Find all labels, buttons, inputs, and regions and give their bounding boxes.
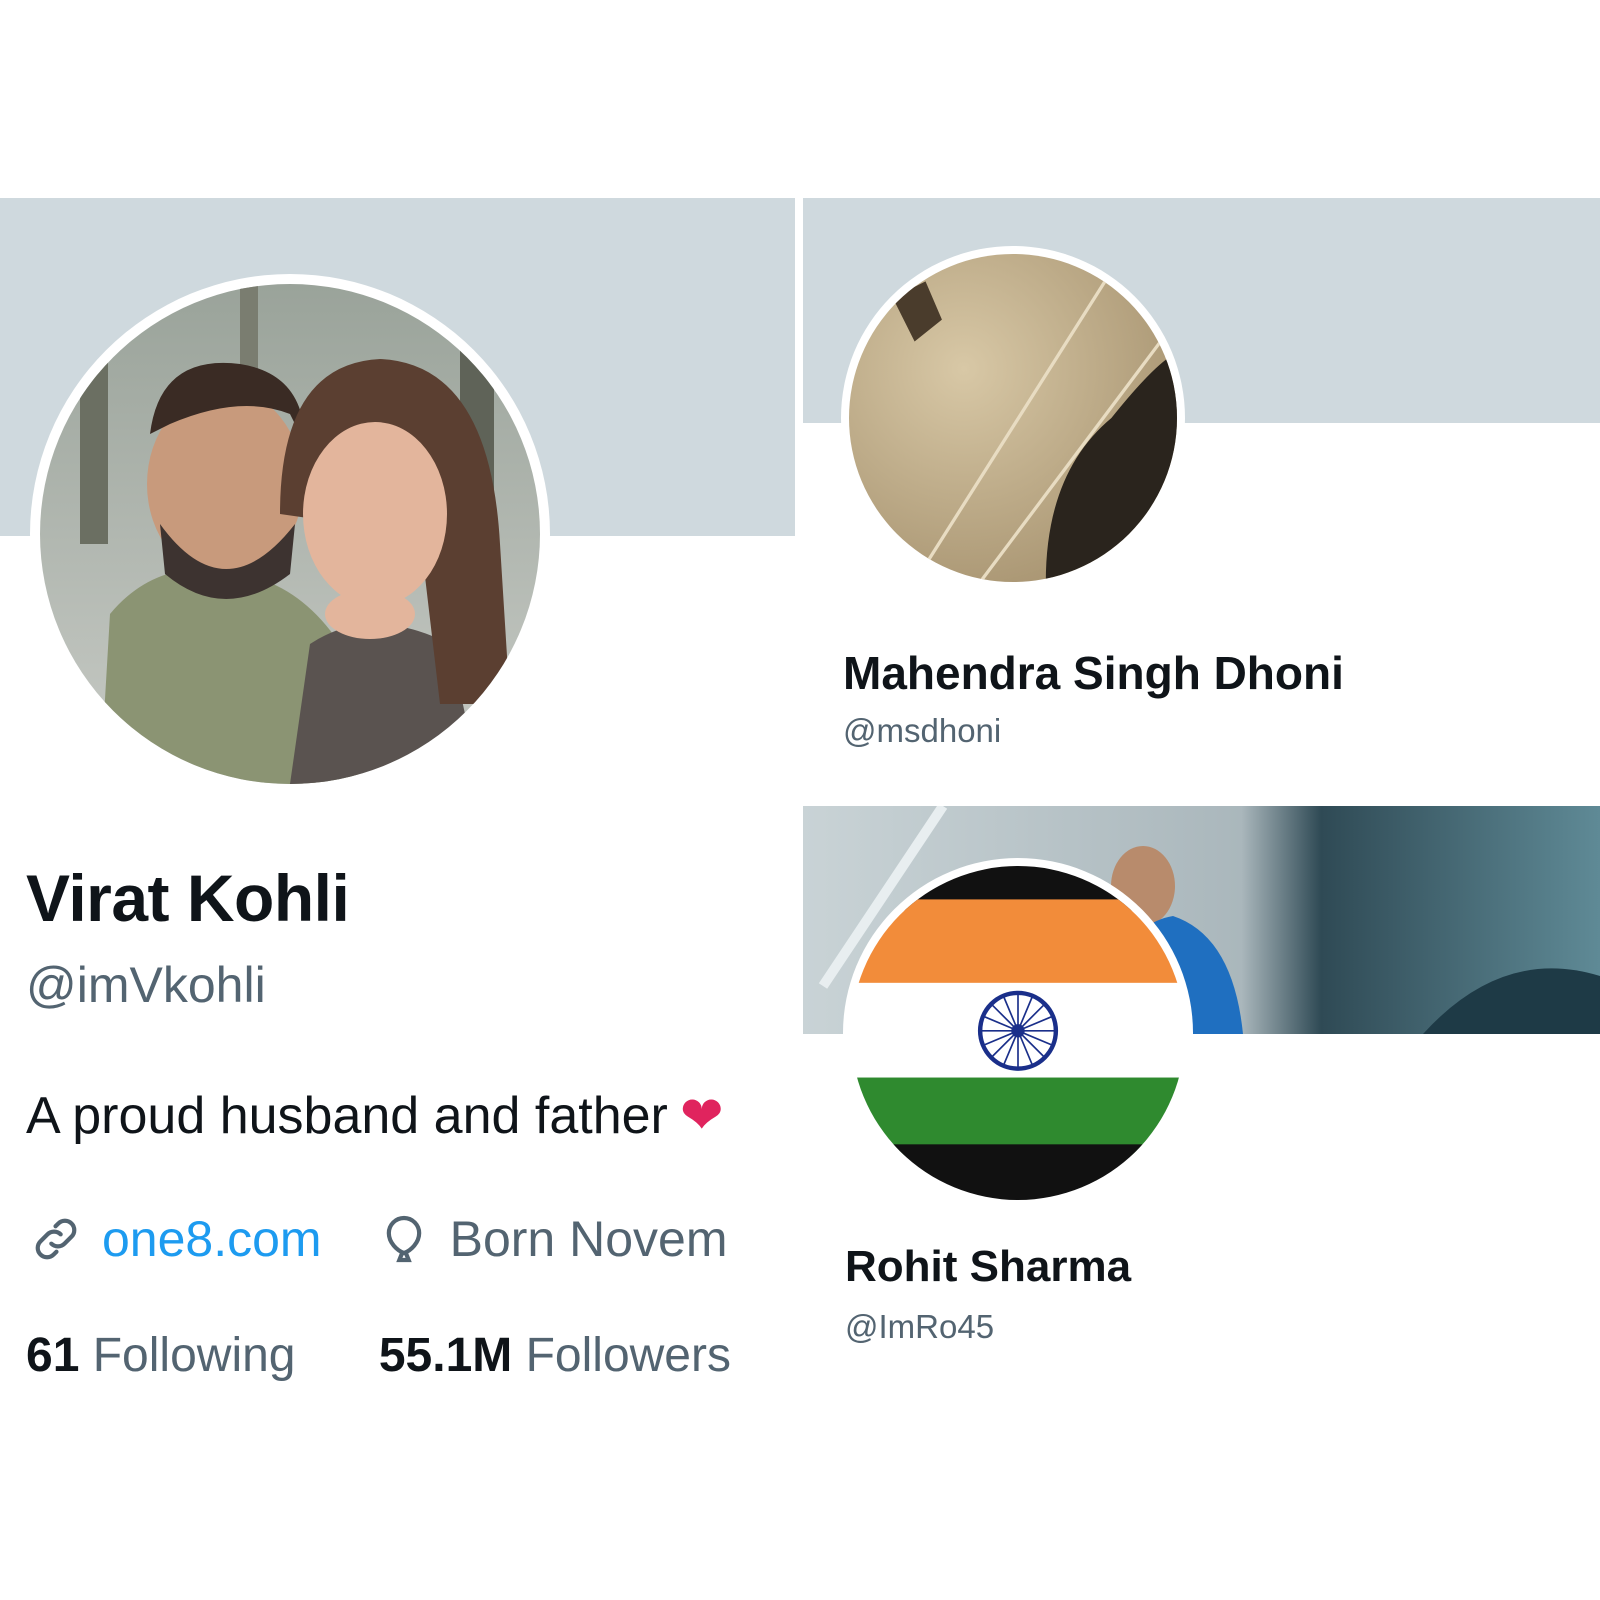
- profile-meta: one8.com Born Novem: [28, 1210, 781, 1268]
- profile-avatar[interactable]: [841, 246, 1185, 590]
- heart-emoji: ❤: [679, 1087, 724, 1145]
- profile-bio: A proud husband and father ❤: [26, 1086, 723, 1146]
- birth-text: Born Novem: [449, 1211, 728, 1267]
- panel-divider: [795, 198, 803, 1402]
- profile-name: Mahendra Singh Dhoni: [843, 647, 1344, 699]
- followers-count: 55.1M: [378, 1329, 513, 1382]
- following-label: Following: [92, 1329, 296, 1382]
- following-link[interactable]: 61 Following: [26, 1328, 296, 1383]
- website-item[interactable]: one8.com: [28, 1210, 322, 1268]
- birth-item: Born Novem: [376, 1210, 728, 1268]
- profile-handle: @imVkohli: [26, 957, 266, 1013]
- profile-name: Rohit Sharma: [845, 1242, 1132, 1291]
- bio-text: A proud husband and father: [26, 1087, 668, 1145]
- following-count: 61: [26, 1329, 80, 1382]
- profile-handle: @msdhoni: [843, 712, 1002, 749]
- profile-stats: 61 Following 55.1M Followers: [26, 1328, 795, 1383]
- profile-avatar[interactable]: [30, 274, 550, 794]
- website-link[interactable]: one8.com: [102, 1210, 322, 1268]
- profile-avatar[interactable]: [843, 858, 1193, 1208]
- followers-label: Followers: [525, 1329, 731, 1382]
- avatar-photo: [849, 254, 1177, 582]
- profile-handle: @ImRo45: [845, 1308, 995, 1345]
- profile-card-dhoni: Mahendra Singh Dhoni @msdhoni: [803, 198, 1600, 798]
- followers-link[interactable]: 55.1M Followers: [379, 1328, 731, 1383]
- profile-card-kohli: Virat Kohli @imVkohli A proud husband an…: [0, 198, 795, 1402]
- balloon-icon: [376, 1211, 432, 1267]
- link-icon: [28, 1211, 84, 1267]
- avatar-photo: [851, 866, 1185, 1200]
- profile-card-rohit: Rohit Sharma @ImRo45: [803, 806, 1600, 1402]
- profile-name: Virat Kohli: [26, 861, 350, 935]
- avatar-photo: [40, 284, 540, 784]
